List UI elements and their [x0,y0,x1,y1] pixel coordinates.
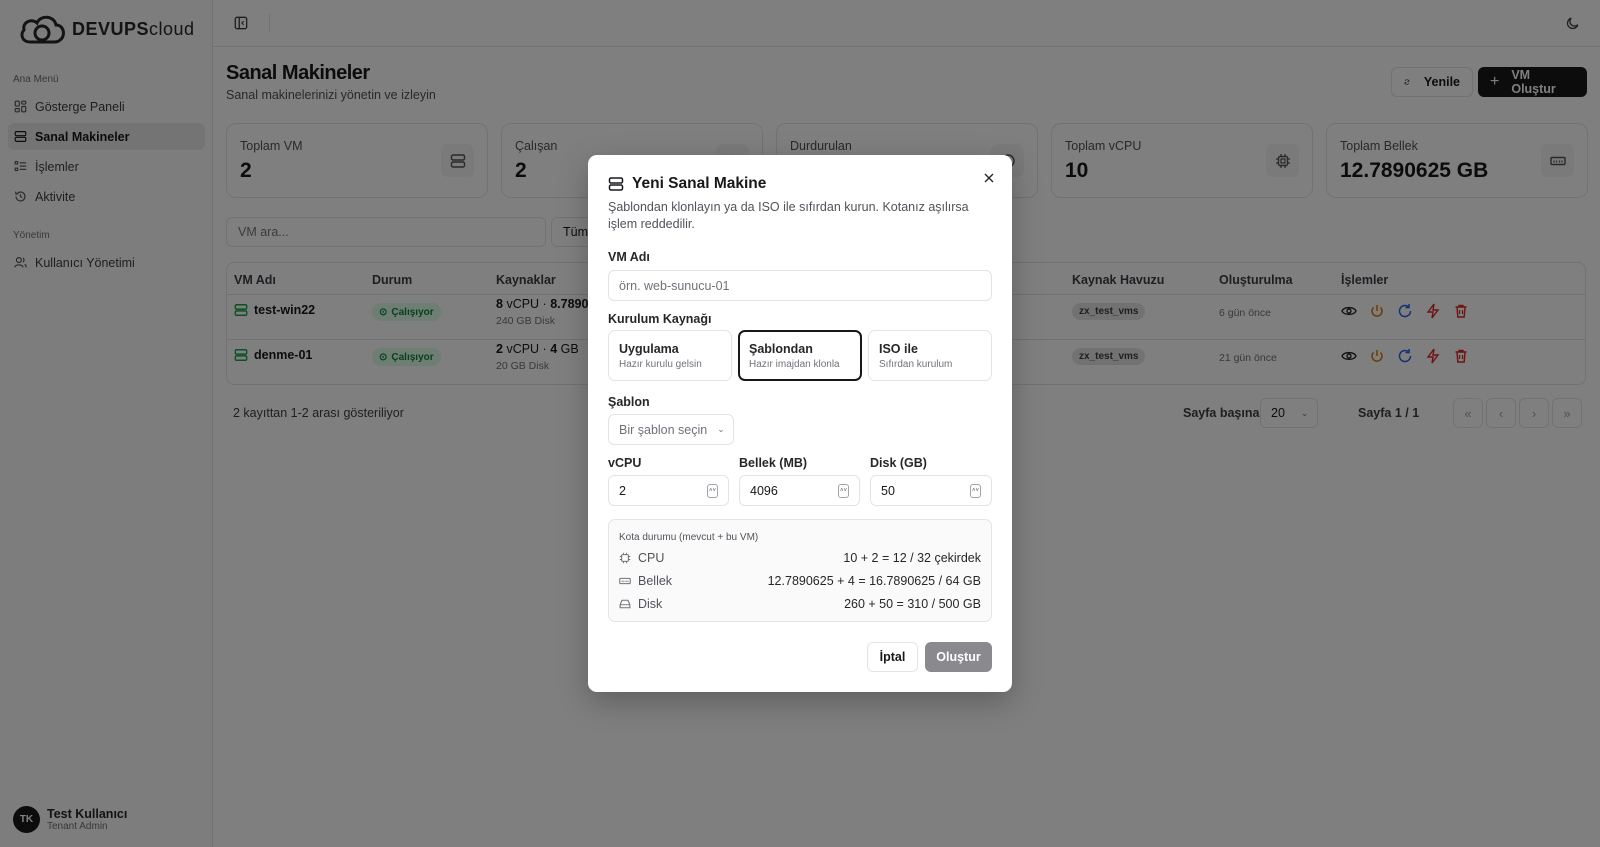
source-option-template[interactable]: Şablondan Hazır imajdan klonla [738,330,862,381]
dialog-description: Şablondan klonlayın ya da ISO ile sıfırd… [608,200,969,231]
cancel-button[interactable]: İptal [867,642,918,672]
disk-icon [619,599,631,609]
quota-panel: Kota durumu (mevcut + bu VM) CPU 10 + 2 … [608,519,992,622]
create-vm-dialog: Yeni Sanal Makine Şablondan klonlayın ya… [588,155,1012,692]
vm-name-label: VM Adı [608,250,650,264]
dialog-title: Yeni Sanal Makine [608,175,766,193]
vm-name-input[interactable]: örn. web-sunucu-01 [608,270,992,301]
submit-button[interactable]: Oluştur [925,642,992,672]
close-button[interactable] [980,169,998,187]
memory-label: Bellek (MB) [739,456,808,470]
server-icon [608,177,624,191]
vcpu-label: vCPU [608,456,642,470]
source-option-iso[interactable]: ISO ile Sıfırdan kurulum [868,330,992,381]
disk-stepper[interactable]: 50 ˄˅ [870,475,992,506]
quota-row-cpu: CPU 10 + 2 = 12 / 32 çekirdek [619,550,981,566]
chevron-down-icon: ⌄ [717,424,725,434]
disk-label: Disk (GB) [870,456,927,470]
vcpu-stepper[interactable]: 2 ˄˅ [608,475,729,506]
close-icon [984,173,994,183]
source-label: Kurulum Kaynağı [608,312,712,326]
stepper-arrows-icon[interactable]: ˄˅ [838,484,849,498]
quota-row-disk: Disk 260 + 50 = 310 / 500 GB [619,596,981,612]
quota-row-memory: Bellek 12.7890625 + 4 = 16.7890625 / 64 … [619,573,981,589]
source-option-app[interactable]: Uygulama Hazır kurulu gelsin [608,330,732,381]
stepper-arrows-icon[interactable]: ˄˅ [707,484,718,498]
cpu-icon [619,552,631,564]
memory-icon [619,577,631,585]
stepper-arrows-icon[interactable]: ˄˅ [970,484,981,498]
template-select[interactable]: Bir şablon seçin ⌄ [608,414,734,445]
template-label: Şablon [608,395,650,409]
quota-title: Kota durumu (mevcut + bu VM) [619,532,759,543]
memory-stepper[interactable]: 4096 ˄˅ [739,475,860,506]
